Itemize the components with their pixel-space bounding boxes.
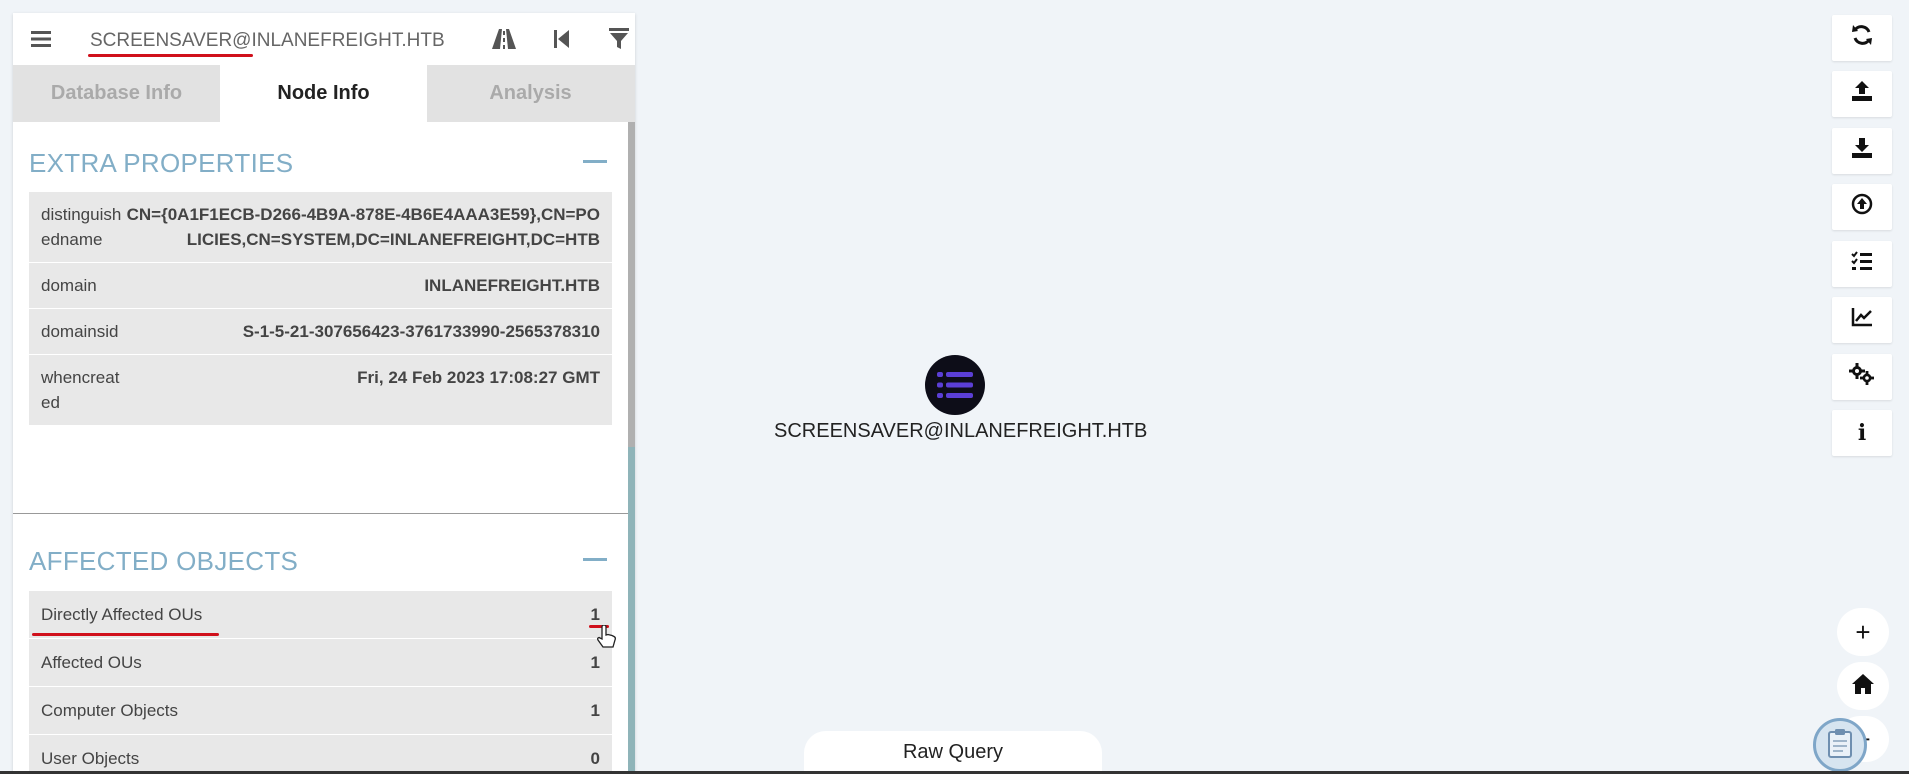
settings-icon [1849, 363, 1875, 391]
home-button[interactable] [1837, 662, 1889, 710]
property-value: Fri, 24 Feb 2023 17:08:27 GMT [357, 368, 600, 387]
property-value: CN={0A1F1ECB-D266-4B9A-878E-4B6E4AAA3E59… [126, 205, 600, 249]
queries-button[interactable] [1832, 241, 1892, 287]
property-key: domainsid [41, 322, 119, 341]
home-icon [1851, 671, 1875, 702]
table-row-user-objects[interactable]: User Objects 0 [29, 735, 612, 774]
list-icon [937, 372, 973, 398]
property-key: whencreated [41, 368, 120, 412]
table-row: distinguishedname CN={0A1F1ECB-D266-4B9A… [29, 192, 612, 263]
download-icon [1851, 137, 1873, 165]
node-label: SCREENSAVER@INLANEFREIGHT.HTB [774, 420, 1148, 442]
section-divider [13, 513, 628, 514]
back-icon[interactable] [548, 25, 576, 53]
tab-database-info[interactable]: Database Info [13, 65, 220, 122]
row-count[interactable]: 1 [591, 605, 600, 625]
row-label: Affected OUs [41, 652, 142, 672]
annotation-underline [32, 633, 219, 636]
scrollbar-thumb[interactable] [628, 122, 635, 447]
chart-icon [1851, 307, 1873, 333]
collapse-extra-properties-button[interactable] [583, 160, 607, 163]
row-label: User Objects [41, 748, 140, 768]
settings-button[interactable] [1832, 354, 1892, 400]
download-button[interactable] [1832, 128, 1892, 174]
tab-analysis[interactable]: Analysis [427, 65, 634, 122]
row-count[interactable]: 0 [591, 749, 600, 769]
row-label: Directly Affected OUs [41, 604, 203, 624]
filter-icon[interactable] [605, 25, 633, 53]
clipboard-button[interactable] [1813, 718, 1867, 772]
clipboard-icon [1827, 728, 1853, 763]
upload-data-button[interactable] [1832, 184, 1892, 230]
zoom-in-button[interactable]: + [1837, 608, 1889, 656]
table-row: domain INLANEFREIGHT.HTB [29, 263, 612, 309]
left-panel: Database Info Node Info Analysis EXTRA P… [13, 13, 635, 774]
search-bar [13, 13, 635, 65]
table-row: whencreated Fri, 24 Feb 2023 17:08:27 GM… [29, 355, 612, 425]
refresh-button[interactable] [1832, 15, 1892, 61]
tab-bar: Database Info Node Info Analysis [13, 65, 635, 122]
about-button[interactable]: i [1832, 410, 1892, 456]
upload-circle-icon [1851, 193, 1873, 221]
table-row-directly-affected-ous[interactable]: Directly Affected OUs 1 [29, 591, 616, 648]
table-row-computer-objects[interactable]: Computer Objects 1 [29, 687, 612, 735]
menu-icon[interactable] [27, 25, 55, 53]
property-key: domain [41, 276, 97, 295]
upload-icon [1851, 80, 1873, 108]
search-input[interactable] [88, 27, 462, 55]
collapse-affected-objects-button[interactable] [583, 558, 607, 561]
stats-button[interactable] [1832, 297, 1892, 343]
extra-properties-table: distinguishedname CN={0A1F1ECB-D266-4B9A… [29, 192, 612, 425]
gpo-node[interactable] [925, 355, 985, 415]
checklist-icon [1851, 251, 1873, 277]
refresh-icon [1851, 24, 1873, 52]
pathfinding-icon[interactable] [490, 25, 518, 53]
row-count[interactable]: 1 [591, 653, 600, 673]
row-label: Computer Objects [41, 700, 178, 720]
property-key: distinguishedname [41, 205, 122, 249]
info-icon: i [1857, 420, 1867, 446]
affected-objects-title: AFFECTED OBJECTS [29, 546, 299, 576]
extra-properties-title: EXTRA PROPERTIES [29, 148, 294, 178]
node-info-content[interactable]: EXTRA PROPERTIES distinguishedname CN={0… [13, 122, 628, 774]
tab-node-info[interactable]: Node Info [220, 65, 427, 122]
raw-query-toggle[interactable]: Raw Query [804, 731, 1102, 774]
property-value: S-1-5-21-307656423-3761733990-2565378310 [242, 322, 600, 341]
table-row: domainsid S-1-5-21-307656423-3761733990-… [29, 309, 612, 355]
annotation-underline [88, 54, 253, 57]
property-value: INLANEFREIGHT.HTB [424, 276, 600, 295]
table-row-affected-ous[interactable]: Affected OUs 1 [29, 639, 612, 687]
upload-button[interactable] [1832, 71, 1892, 117]
row-count[interactable]: 1 [591, 701, 600, 721]
affected-objects-table: Directly Affected OUs 1 Affected OUs 1 C… [29, 591, 616, 774]
